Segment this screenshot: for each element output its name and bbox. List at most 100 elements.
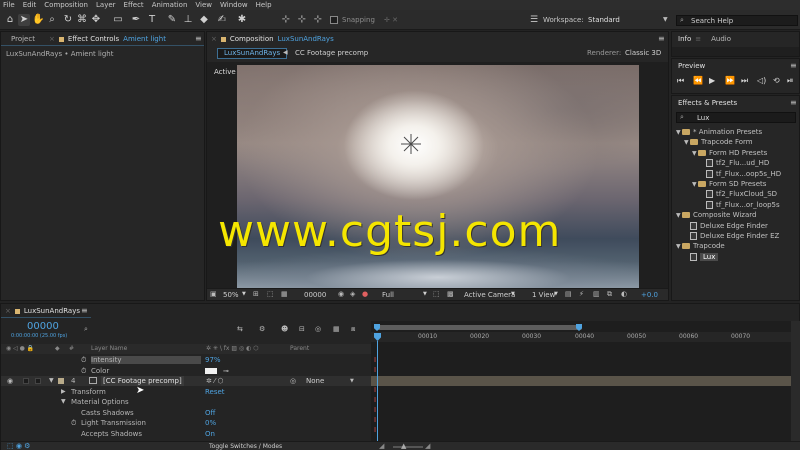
- stopwatch-icon[interactable]: ⏱: [81, 366, 86, 376]
- view-layout-select[interactable]: 1 View: [532, 291, 555, 299]
- zoom-in-icon[interactable]: ◢: [425, 442, 430, 450]
- time-ruler[interactable]: 0 00010 00020 00030 00040 00050 00060 00…: [371, 332, 791, 342]
- axis-view-icon[interactable]: ⊹: [312, 14, 324, 26]
- timeline-property-row[interactable]: Casts Shadows Off: [1, 408, 371, 418]
- work-area-bar[interactable]: [377, 325, 582, 330]
- property-value[interactable]: 97%: [205, 355, 221, 365]
- tab-audio[interactable]: Audio: [711, 35, 731, 43]
- camera-tool-icon[interactable]: ⌘: [76, 14, 88, 26]
- timeline-panel-menu-icon[interactable]: ≡: [81, 306, 88, 315]
- show-snapshot-icon[interactable]: ◈: [350, 290, 355, 298]
- keyframe-icon[interactable]: I: [374, 426, 376, 434]
- rotate-tool-icon[interactable]: ↻: [62, 14, 74, 26]
- clone-stamp-tool-icon[interactable]: ⊥: [182, 14, 194, 26]
- timeline-property-row[interactable]: ▶ Transform Reset: [1, 387, 371, 397]
- zoom-tool-icon[interactable]: ⌕: [46, 14, 58, 26]
- magnification-select[interactable]: 50%: [223, 291, 239, 299]
- timeline-current-time[interactable]: 00000: [27, 321, 59, 332]
- menu-composition[interactable]: Composition: [44, 1, 88, 9]
- eyedropper-icon[interactable]: ⊸: [223, 366, 229, 376]
- timeline-zoom-slider[interactable]: [393, 446, 423, 448]
- layer-label-color-icon[interactable]: [58, 378, 64, 384]
- effects-tree-item[interactable]: Lux: [684, 252, 719, 262]
- fast-previews-icon[interactable]: ⚡: [579, 290, 584, 298]
- effects-tree-item[interactable]: ▼ Trapcode Form: [684, 137, 753, 147]
- magnification-dropdown-icon[interactable]: ▼: [242, 291, 246, 297]
- color-swatch[interactable]: [205, 367, 217, 374]
- hand-tool-icon[interactable]: ✋: [32, 14, 44, 26]
- parent-dropdown-icon[interactable]: ▼: [350, 376, 354, 386]
- timeline-layer-row[interactable]: ◉ ▼ 4 ✲ ⁄ ⬡ ◎ None ▼ [CC Footage precomp]: [1, 376, 371, 386]
- layer-switches-icons[interactable]: ✲ ⁄ ⬡: [206, 376, 224, 386]
- tab-project[interactable]: Project: [11, 35, 35, 43]
- pan-behind-tool-icon[interactable]: ✥: [90, 14, 102, 26]
- panel-menu-icon[interactable]: ≡: [195, 34, 202, 43]
- channel-icon[interactable]: ●: [362, 290, 368, 298]
- flowchart-icon[interactable]: ⧉: [607, 290, 612, 299]
- region-of-interest-icon[interactable]: ▦: [281, 290, 288, 298]
- menu-effect[interactable]: Effect: [124, 1, 144, 9]
- graph-editor-icon[interactable]: ▦: [333, 325, 340, 333]
- exposure-value[interactable]: +0.0: [641, 291, 658, 299]
- snapshot-icon[interactable]: ◉: [338, 290, 344, 298]
- always-preview-icon[interactable]: ▣: [210, 290, 217, 298]
- effects-search-field[interactable]: ⌕ Lux: [676, 112, 796, 123]
- time-graph[interactable]: 0 00010 00020 00030 00040 00050 00060 00…: [371, 321, 791, 441]
- keyframe-icon[interactable]: I: [374, 386, 376, 394]
- workspace-dropdown-icon[interactable]: ▼: [663, 16, 668, 23]
- parent-pickwhip-icon[interactable]: ◎: [290, 376, 296, 386]
- effects-presets-menu-icon[interactable]: ≡: [790, 98, 797, 107]
- effects-tree-item[interactable]: tf_Flux...or_loop5s: [700, 200, 780, 210]
- comp-chip-current[interactable]: LuxSunAndRays: [217, 48, 288, 59]
- mute-audio-icon[interactable]: ◁): [757, 76, 766, 85]
- menu-layer[interactable]: Layer: [96, 1, 116, 9]
- layer-duration-bar[interactable]: [371, 376, 791, 386]
- stopwatch-icon[interactable]: ⏱: [81, 355, 86, 365]
- property-value[interactable]: Off: [205, 408, 215, 418]
- tab-timeline-comp[interactable]: LuxSunAndRays: [24, 307, 80, 315]
- toggle-pixel-aspect-icon[interactable]: ▤: [565, 290, 572, 298]
- draft-3d-icon[interactable]: ⚙: [259, 325, 265, 333]
- eraser-tool-icon[interactable]: ◆: [198, 14, 210, 26]
- timeline-property-row[interactable]: ⏱ Color ⊸: [1, 366, 371, 376]
- tab-info[interactable]: Info: [678, 35, 691, 43]
- expand-layer-switches-icon[interactable]: ⬚ ◉ ⚙: [7, 442, 30, 450]
- next-frame-icon[interactable]: ⏩: [725, 76, 735, 85]
- effects-tree-item[interactable]: ▼ Form HD Presets: [692, 148, 767, 158]
- loop-icon[interactable]: ⟲: [773, 76, 780, 85]
- view-layout-dropdown-icon[interactable]: ▼: [554, 291, 558, 297]
- composition-tab[interactable]: × Composition LuxSunAndRays: [207, 33, 340, 45]
- toggle-switches-modes-button[interactable]: Toggle Switches / Modes: [209, 443, 282, 450]
- home-icon[interactable]: ⌂: [4, 14, 16, 26]
- brainstorm-icon[interactable]: ⧈: [351, 325, 355, 334]
- col-parent[interactable]: Parent: [290, 344, 309, 354]
- ram-preview-icon[interactable]: ⏯: [787, 76, 793, 86]
- current-time-display[interactable]: 00000: [304, 291, 326, 299]
- keyframe-icon[interactable]: I: [374, 406, 376, 414]
- 3d-view-dropdown-icon[interactable]: ▼: [511, 291, 515, 297]
- timeline-property-row[interactable]: Accepts Shadows On: [1, 429, 371, 439]
- grid-options-icon[interactable]: ⊞: [253, 290, 259, 298]
- workspace-menu-icon[interactable]: ☰: [530, 15, 538, 25]
- effects-tree-item[interactable]: Deluxe Edge Finder EZ: [684, 231, 779, 241]
- stopwatch-icon[interactable]: ⏱: [71, 418, 76, 428]
- previous-frame-icon[interactable]: ⏪: [693, 76, 703, 85]
- pen-tool-icon[interactable]: ✒: [130, 14, 142, 26]
- keyframe-icon[interactable]: I: [374, 356, 376, 364]
- comp-mini-flowchart-icon[interactable]: ⇆: [237, 325, 243, 333]
- brush-tool-icon[interactable]: ✎: [166, 14, 178, 26]
- 3d-view-select[interactable]: Active Camera: [464, 291, 515, 299]
- mask-visibility-icon[interactable]: ⬚: [267, 290, 274, 298]
- menu-view[interactable]: View: [195, 1, 212, 9]
- keyframe-icon[interactable]: I: [374, 366, 376, 374]
- tab-effect-controls[interactable]: Effect Controls: [68, 35, 119, 43]
- menu-window[interactable]: Window: [220, 1, 248, 9]
- effects-tree-item[interactable]: Deluxe Edge Finder: [684, 221, 768, 231]
- col-layer-name[interactable]: Layer Name: [91, 344, 127, 354]
- comp-chip-next[interactable]: CC Footage precomp: [295, 49, 368, 57]
- timeline-property-row[interactable]: ▼ Material Options: [1, 397, 371, 407]
- composition-panel-menu-icon[interactable]: ≡: [658, 34, 665, 43]
- layer-lock-switch[interactable]: [35, 378, 41, 384]
- layer-visibility-eye-icon[interactable]: ◉: [7, 376, 13, 386]
- axis-world-icon[interactable]: ⊹: [296, 14, 308, 26]
